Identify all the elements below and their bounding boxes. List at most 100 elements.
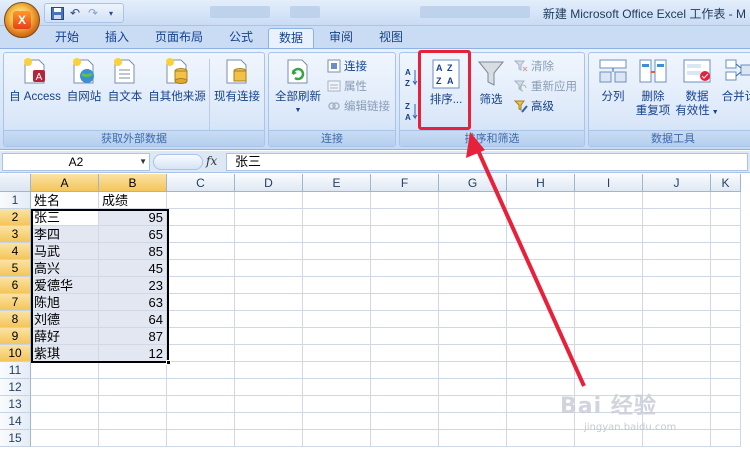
cell-B3[interactable]: 65 [99, 226, 167, 243]
undo-icon[interactable]: ↶ [67, 5, 83, 21]
office-button[interactable]: X [4, 2, 40, 38]
cell-K11[interactable] [711, 362, 741, 379]
cell-C15[interactable] [167, 430, 235, 447]
cell-G2[interactable] [439, 209, 507, 226]
cell-J6[interactable] [643, 277, 711, 294]
cell-D14[interactable] [235, 413, 303, 430]
tab-insert[interactable]: 插入 [96, 28, 138, 48]
cell-C13[interactable] [167, 396, 235, 413]
cell-D9[interactable] [235, 328, 303, 345]
cell-K7[interactable] [711, 294, 741, 311]
row-header[interactable]: 2 [0, 209, 31, 226]
formula-input[interactable]: 张三 [226, 153, 748, 171]
cell-H7[interactable] [507, 294, 575, 311]
cell-H6[interactable] [507, 277, 575, 294]
consolidate-button[interactable]: 合并计 [721, 56, 750, 104]
cell-E2[interactable] [303, 209, 371, 226]
advanced-filter-button[interactable]: 高级 [513, 98, 554, 116]
row-header[interactable]: 9 [0, 328, 31, 345]
cell-C10[interactable] [167, 345, 235, 362]
formula-bar-resize-handle[interactable] [153, 154, 203, 170]
cell-F3[interactable] [371, 226, 439, 243]
cell-H5[interactable] [507, 260, 575, 277]
cell-G6[interactable] [439, 277, 507, 294]
cell-D4[interactable] [235, 243, 303, 260]
row-header[interactable]: 8 [0, 311, 31, 328]
cell-E10[interactable] [303, 345, 371, 362]
cell-J2[interactable] [643, 209, 711, 226]
cell-A1[interactable]: 姓名 [31, 192, 99, 209]
cell-E9[interactable] [303, 328, 371, 345]
cell-B13[interactable] [99, 396, 167, 413]
cell-F12[interactable] [371, 379, 439, 396]
column-header[interactable]: E [303, 174, 371, 192]
cell-F6[interactable] [371, 277, 439, 294]
row-header[interactable]: 3 [0, 226, 31, 243]
row-header[interactable]: 13 [0, 396, 31, 413]
row-header[interactable]: 15 [0, 430, 31, 447]
properties-button[interactable]: 属性 [327, 78, 367, 96]
column-header[interactable]: C [167, 174, 235, 192]
cell-K2[interactable] [711, 209, 741, 226]
cell-E3[interactable] [303, 226, 371, 243]
customize-qat-icon[interactable]: ▾ [103, 5, 119, 21]
cell-A15[interactable] [31, 430, 99, 447]
cell-C12[interactable] [167, 379, 235, 396]
insert-function-button[interactable]: fx [206, 154, 217, 168]
cell-F14[interactable] [371, 413, 439, 430]
cell-C4[interactable] [167, 243, 235, 260]
cell-A7[interactable]: 陈旭 [31, 294, 99, 311]
cell-E15[interactable] [303, 430, 371, 447]
cell-E7[interactable] [303, 294, 371, 311]
cell-D3[interactable] [235, 226, 303, 243]
cell-I5[interactable] [575, 260, 643, 277]
from-other-sources-button[interactable]: 自其他来源 [146, 56, 208, 104]
from-text-button[interactable]: 自文本 [105, 56, 145, 104]
cell-E14[interactable] [303, 413, 371, 430]
tab-data[interactable]: 数据 [268, 28, 314, 48]
cell-F8[interactable] [371, 311, 439, 328]
column-header[interactable]: K [711, 174, 741, 192]
cell-E13[interactable] [303, 396, 371, 413]
cell-B11[interactable] [99, 362, 167, 379]
row-header[interactable]: 10 [0, 345, 31, 362]
cell-C8[interactable] [167, 311, 235, 328]
cell-H2[interactable] [507, 209, 575, 226]
cell-H4[interactable] [507, 243, 575, 260]
cell-C14[interactable] [167, 413, 235, 430]
cell-E1[interactable] [303, 192, 371, 209]
cell-A2[interactable]: 张三 [31, 209, 99, 226]
column-header[interactable]: I [575, 174, 643, 192]
cell-E12[interactable] [303, 379, 371, 396]
column-header[interactable]: B [99, 174, 167, 192]
cell-A3[interactable]: 李四 [31, 226, 99, 243]
cell-D15[interactable] [235, 430, 303, 447]
cell-C9[interactable] [167, 328, 235, 345]
cell-C3[interactable] [167, 226, 235, 243]
cell-I6[interactable] [575, 277, 643, 294]
cell-K3[interactable] [711, 226, 741, 243]
cell-B6[interactable]: 23 [99, 277, 167, 294]
cell-F2[interactable] [371, 209, 439, 226]
row-header[interactable]: 12 [0, 379, 31, 396]
cell-I9[interactable] [575, 328, 643, 345]
cell-I8[interactable] [575, 311, 643, 328]
cell-B14[interactable] [99, 413, 167, 430]
cell-A10[interactable]: 紫琪 [31, 345, 99, 362]
cell-F1[interactable] [371, 192, 439, 209]
redo-icon[interactable]: ↷ [85, 5, 101, 21]
cell-G9[interactable] [439, 328, 507, 345]
cell-J1[interactable] [643, 192, 711, 209]
cell-K9[interactable] [711, 328, 741, 345]
tab-home[interactable]: 开始 [44, 28, 90, 48]
cell-I10[interactable] [575, 345, 643, 362]
cell-A13[interactable] [31, 396, 99, 413]
cell-G1[interactable] [439, 192, 507, 209]
cell-D5[interactable] [235, 260, 303, 277]
sort-z-to-a-button[interactable]: ZA [404, 101, 418, 125]
tab-review[interactable]: 审阅 [320, 28, 362, 48]
cell-G13[interactable] [439, 396, 507, 413]
cell-F4[interactable] [371, 243, 439, 260]
cell-K1[interactable] [711, 192, 741, 209]
cell-J8[interactable] [643, 311, 711, 328]
